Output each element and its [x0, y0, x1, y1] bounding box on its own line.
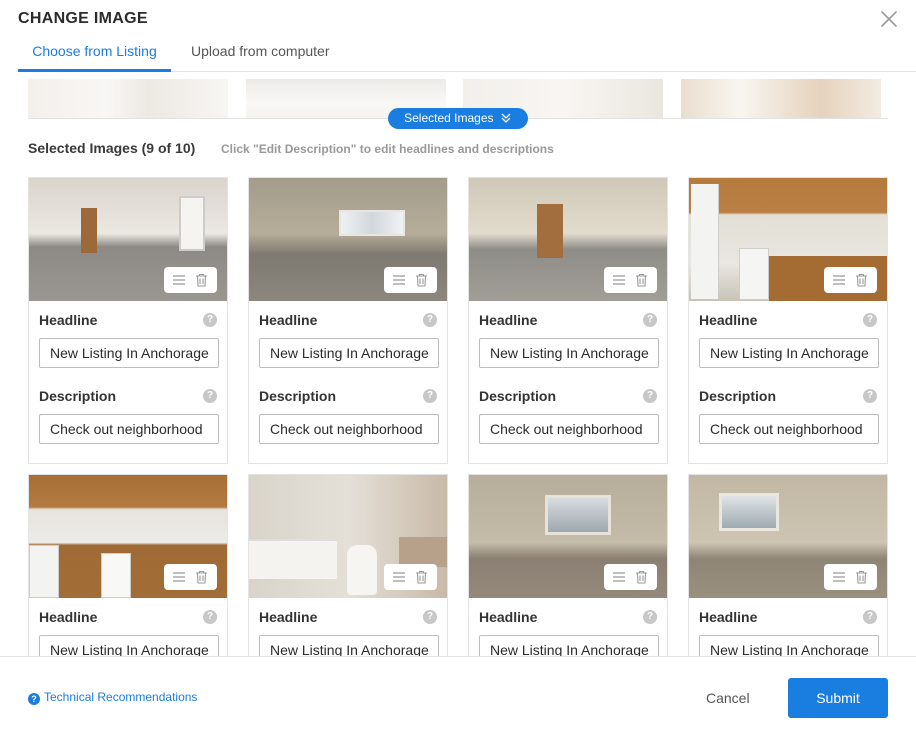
listing-thumbnail[interactable] [681, 79, 881, 118]
headline-label: Headline [39, 312, 98, 328]
cancel-button[interactable]: Cancel [706, 690, 750, 706]
image-card: Headline ? New Listing In Anchorage [468, 474, 668, 656]
technical-recommendations-label: Technical Recommendations [44, 690, 198, 704]
help-icon[interactable]: ? [863, 389, 877, 403]
headline-label: Headline [699, 312, 758, 328]
image-scroll-area[interactable]: Selected Images Selected Images (9 of 10… [0, 72, 916, 656]
modal-title: CHANGE IMAGE [18, 10, 148, 27]
trash-icon[interactable] [633, 568, 651, 586]
headline-input[interactable]: New Listing In Anchorage [259, 338, 439, 368]
edit-description-icon[interactable] [390, 271, 408, 289]
headline-input[interactable]: New Listing In Anchorage [39, 635, 219, 656]
help-icon[interactable]: ? [423, 389, 437, 403]
selected-images-hint: Click "Edit Description" to edit headlin… [221, 142, 554, 156]
description-input[interactable]: Check out neighborhood [699, 414, 879, 444]
headline-input[interactable]: New Listing In Anchorage [259, 635, 439, 656]
trash-icon[interactable] [193, 271, 211, 289]
help-icon[interactable]: ? [203, 610, 217, 624]
listing-thumbnail[interactable] [28, 79, 228, 118]
trash-icon[interactable] [633, 271, 651, 289]
image-card: Headline ? New Listing In Anchorage Desc… [468, 177, 668, 464]
headline-input[interactable]: New Listing In Anchorage [699, 635, 879, 656]
image-card: Headline ? New Listing In Anchorage Desc… [248, 177, 448, 464]
selected-images-toggle[interactable]: Selected Images [388, 108, 528, 129]
help-icon[interactable]: ? [863, 610, 877, 624]
photo-actions [164, 564, 217, 590]
help-icon[interactable]: ? [423, 313, 437, 327]
submit-button[interactable]: Submit [788, 678, 888, 718]
trash-icon[interactable] [853, 568, 871, 586]
trash-icon[interactable] [413, 568, 431, 586]
headline-label: Headline [259, 312, 318, 328]
help-icon[interactable]: ? [643, 389, 657, 403]
double-chevron-down-icon [501, 113, 511, 123]
edit-description-icon[interactable] [830, 271, 848, 289]
edit-description-icon[interactable] [170, 271, 188, 289]
headline-label: Headline [479, 609, 538, 625]
photo-actions [604, 267, 657, 293]
headline-label: Headline [259, 609, 318, 625]
description-input[interactable]: Check out neighborhood [39, 414, 219, 444]
card-photo[interactable] [689, 475, 887, 598]
headline-input[interactable]: New Listing In Anchorage [699, 338, 879, 368]
help-icon[interactable]: ? [643, 313, 657, 327]
selected-images-heading: Selected Images (9 of 10) [28, 140, 196, 156]
description-label: Description [259, 388, 337, 404]
image-card: Headline ? New Listing In Anchorage [28, 474, 228, 656]
description-input[interactable]: Check out neighborhood [259, 414, 439, 444]
photo-actions [824, 267, 877, 293]
image-card: Headline ? New Listing In Anchorage Desc… [688, 177, 888, 464]
photo-actions [384, 564, 437, 590]
headline-input[interactable]: New Listing In Anchorage [479, 635, 659, 656]
card-photo[interactable] [469, 475, 667, 598]
headline-label: Headline [699, 609, 758, 625]
card-photo[interactable] [469, 178, 667, 301]
help-circle-icon: ? [28, 693, 40, 705]
image-card: Headline ? New Listing In Anchorage [688, 474, 888, 656]
headline-input[interactable]: New Listing In Anchorage [39, 338, 219, 368]
tab-bar: Choose from Listing Upload from computer [18, 36, 916, 72]
photo-actions [604, 564, 657, 590]
close-button[interactable] [880, 10, 898, 28]
tab-choose-from-listing[interactable]: Choose from Listing [18, 43, 171, 72]
card-photo[interactable] [249, 475, 447, 598]
selected-images-label: Selected Images [404, 111, 494, 125]
photo-actions [164, 267, 217, 293]
help-icon[interactable]: ? [423, 610, 437, 624]
edit-description-icon[interactable] [610, 568, 628, 586]
technical-recommendations-link[interactable]: ? Technical Recommendations [28, 690, 197, 705]
trash-icon[interactable] [193, 568, 211, 586]
help-icon[interactable]: ? [203, 313, 217, 327]
description-label: Description [699, 388, 777, 404]
card-photo[interactable] [29, 475, 227, 598]
photo-actions [384, 267, 437, 293]
help-icon[interactable]: ? [863, 313, 877, 327]
image-card: Headline ? New Listing In Anchorage Desc… [28, 177, 228, 464]
trash-icon[interactable] [853, 271, 871, 289]
edit-description-icon[interactable] [170, 568, 188, 586]
card-photo[interactable] [29, 178, 227, 301]
card-photo[interactable] [249, 178, 447, 301]
edit-description-icon[interactable] [830, 568, 848, 586]
description-label: Description [479, 388, 557, 404]
trash-icon[interactable] [413, 271, 431, 289]
description-label: Description [39, 388, 117, 404]
image-card: Headline ? New Listing In Anchorage [248, 474, 448, 656]
headline-input[interactable]: New Listing In Anchorage [479, 338, 659, 368]
help-icon[interactable]: ? [203, 389, 217, 403]
edit-description-icon[interactable] [390, 568, 408, 586]
headline-label: Headline [39, 609, 98, 625]
modal-footer: ? Technical Recommendations Cancel Submit [0, 656, 916, 732]
photo-actions [824, 564, 877, 590]
edit-description-icon[interactable] [610, 271, 628, 289]
headline-label: Headline [479, 312, 538, 328]
card-photo[interactable] [689, 178, 887, 301]
description-input[interactable]: Check out neighborhood [479, 414, 659, 444]
help-icon[interactable]: ? [643, 610, 657, 624]
tab-upload-from-computer[interactable]: Upload from computer [191, 43, 330, 72]
close-icon[interactable] [880, 10, 898, 28]
